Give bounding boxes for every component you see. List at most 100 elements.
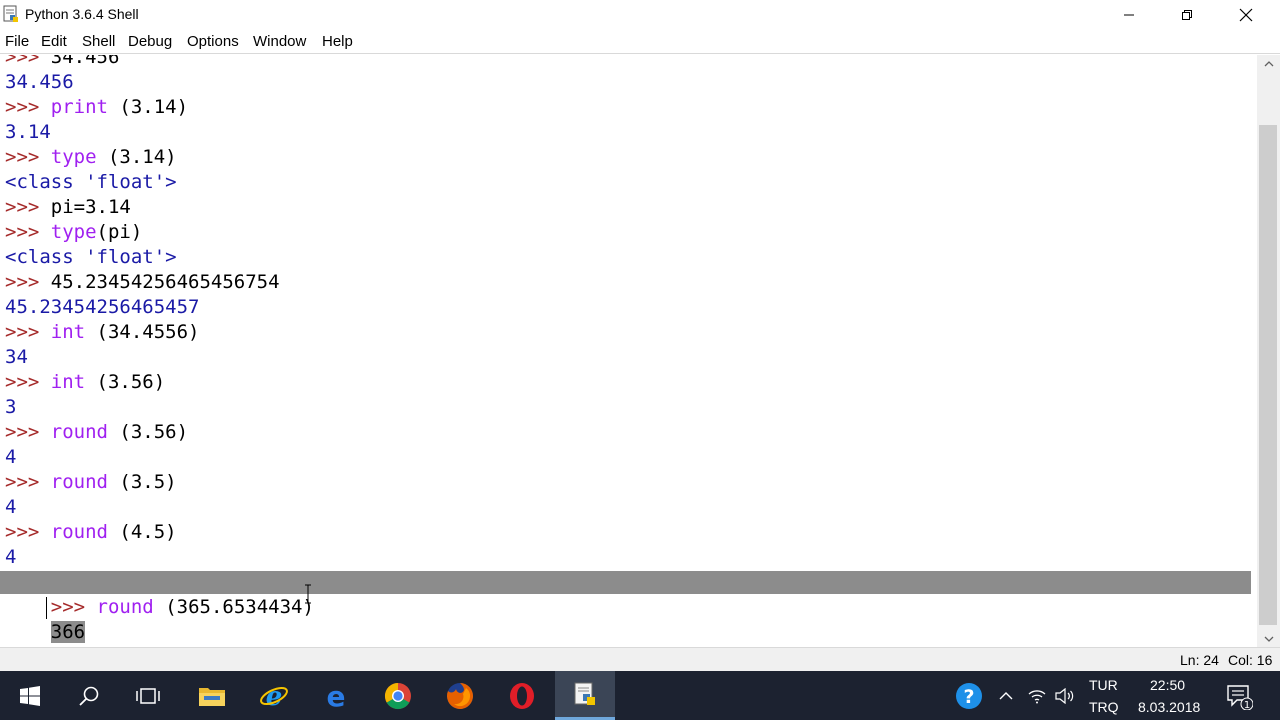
shell-code: (3.14): [96, 146, 177, 168]
shell-output-line: 34.456: [5, 70, 74, 95]
shell-keyword: round: [50, 471, 108, 493]
shell-code: (3.5): [107, 471, 177, 493]
show-hidden-icons-button[interactable]: [996, 671, 1016, 720]
chrome-icon: [384, 682, 411, 709]
input-language-bottom[interactable]: TRQ: [1089, 699, 1119, 715]
shell-prompt: >>>: [5, 55, 40, 68]
shell-output: 3.14: [5, 121, 51, 143]
shell-prompt: >>>: [5, 371, 40, 393]
svg-text:e: e: [266, 682, 283, 711]
clock-time[interactable]: 22:50: [1150, 677, 1185, 693]
restore-button[interactable]: [1158, 0, 1216, 30]
shell-keyword: type: [50, 146, 97, 168]
shell-code: pi=3.14: [50, 196, 131, 218]
shell-prompt: >>>: [5, 321, 40, 343]
notification-icon: 1: [1227, 684, 1253, 710]
shell-input-line: >>> round (3.5): [5, 470, 177, 495]
shell-output-line: 45.23454256465457: [5, 295, 199, 320]
help-icon: ?: [956, 682, 982, 709]
shell-keyword: type: [50, 221, 97, 243]
shell-code: (3.56): [107, 421, 189, 443]
taskbar: e e ? TUR TRQ 22:50 8.03.2018 1: [0, 671, 1280, 720]
chevron-up-icon: [1264, 60, 1273, 66]
shell-code: (3.14): [107, 96, 189, 118]
shell-input-line: >>> round (3.56): [5, 420, 188, 445]
python-idle-icon: [574, 682, 595, 705]
shell-input-line: >>> int (34.4556): [5, 320, 200, 345]
task-view-icon: [136, 687, 160, 704]
menu-bar: File Edit Shell Debug Options Window Hel…: [0, 30, 1280, 54]
shell-keyword: int: [50, 371, 86, 393]
search-button[interactable]: [59, 671, 119, 720]
menu-edit[interactable]: Edit: [41, 33, 67, 50]
close-button[interactable]: [1216, 0, 1276, 30]
shell-output: 45.23454256465457: [5, 296, 200, 318]
menu-file[interactable]: File: [5, 33, 29, 50]
shell-keyword: round: [50, 521, 108, 543]
firefox-button[interactable]: [430, 671, 490, 720]
shell-output-line: <class 'float'>: [5, 170, 177, 195]
file-explorer-icon: [199, 687, 225, 706]
chevron-down-icon: [1264, 636, 1273, 642]
firefox-icon: [447, 682, 473, 709]
shell-code: (3.56): [85, 371, 166, 393]
scroll-down-button[interactable]: [1257, 630, 1280, 647]
shell-text-area[interactable]: >>> 34.456 34.456 >>> print (3.14) 3.14 >>> …: [0, 55, 1257, 647]
start-button[interactable]: [0, 671, 60, 720]
status-bar: Ln: 24 Col: 16: [0, 647, 1280, 671]
shell-output: 4: [5, 496, 17, 518]
shell-output-line: 3: [5, 395, 16, 420]
scroll-thumb[interactable]: [1259, 125, 1277, 625]
shell-output-line: 34: [5, 345, 28, 370]
title-bar: Python 3.6.4 Shell: [0, 0, 1280, 30]
input-language-top[interactable]: TUR: [1089, 677, 1118, 693]
minimize-icon: [1124, 14, 1134, 16]
task-view-button[interactable]: [118, 671, 178, 720]
help-tray-button[interactable]: ?: [954, 671, 984, 720]
vertical-scrollbar[interactable]: [1257, 55, 1280, 647]
shell-prompt: >>>: [5, 271, 40, 293]
python-shell-icon: [3, 5, 18, 22]
volume-tray-button[interactable]: [1054, 671, 1076, 720]
shell-input-line: >>> 45.23454256465456754: [5, 270, 280, 295]
shell-code: (4.5): [107, 521, 177, 543]
action-center-button[interactable]: 1: [1222, 671, 1256, 720]
shell-prompt: >>>: [5, 196, 40, 218]
menu-shell[interactable]: Shell: [82, 33, 115, 50]
menu-debug[interactable]: Debug: [128, 33, 172, 50]
shell-prompt: >>>: [5, 471, 40, 493]
menu-window[interactable]: Window: [253, 33, 306, 50]
speaker-icon: [1055, 687, 1074, 704]
shell-output-line: 4: [5, 445, 16, 470]
opera-button[interactable]: [492, 671, 552, 720]
menu-options[interactable]: Options: [187, 33, 239, 50]
python-idle-button[interactable]: [555, 671, 615, 720]
chrome-button[interactable]: [368, 671, 428, 720]
search-icon: [79, 686, 99, 706]
shell-output-line: 4: [5, 545, 16, 570]
status-line-number: Ln: 24: [1180, 652, 1219, 668]
edge-button[interactable]: e: [306, 671, 366, 720]
status-column-number: Col: 16: [1228, 652, 1273, 668]
internet-explorer-button[interactable]: e: [244, 671, 304, 720]
shell-output: 34.456: [5, 71, 74, 93]
minimize-button[interactable]: [1100, 0, 1158, 30]
shell-prompt: >>>: [5, 96, 40, 118]
window-title: Python 3.6.4 Shell: [25, 6, 139, 22]
shell-code: 45.23454256465456754: [50, 271, 280, 293]
scroll-up-button[interactable]: [1257, 55, 1280, 72]
shell-output: <class 'float'>: [5, 171, 177, 193]
shell-input-line: >>> type (3.14): [5, 145, 177, 170]
shell-output-line: 4: [5, 495, 16, 520]
shell-prompt: >>>: [5, 146, 40, 168]
file-explorer-button[interactable]: [182, 671, 242, 720]
restore-icon: [1182, 10, 1192, 20]
network-tray-button[interactable]: [1026, 671, 1048, 720]
shell-input-line: >>> 34.456: [5, 55, 119, 70]
shell-prompt: >>>: [5, 221, 40, 243]
menu-help[interactable]: Help: [322, 33, 353, 50]
edge-icon: e: [327, 682, 346, 710]
shell-code: (34.4556): [85, 321, 200, 343]
clock-date[interactable]: 8.03.2018: [1138, 699, 1200, 715]
shell-final-prompt-line: >>>: [5, 620, 85, 647]
